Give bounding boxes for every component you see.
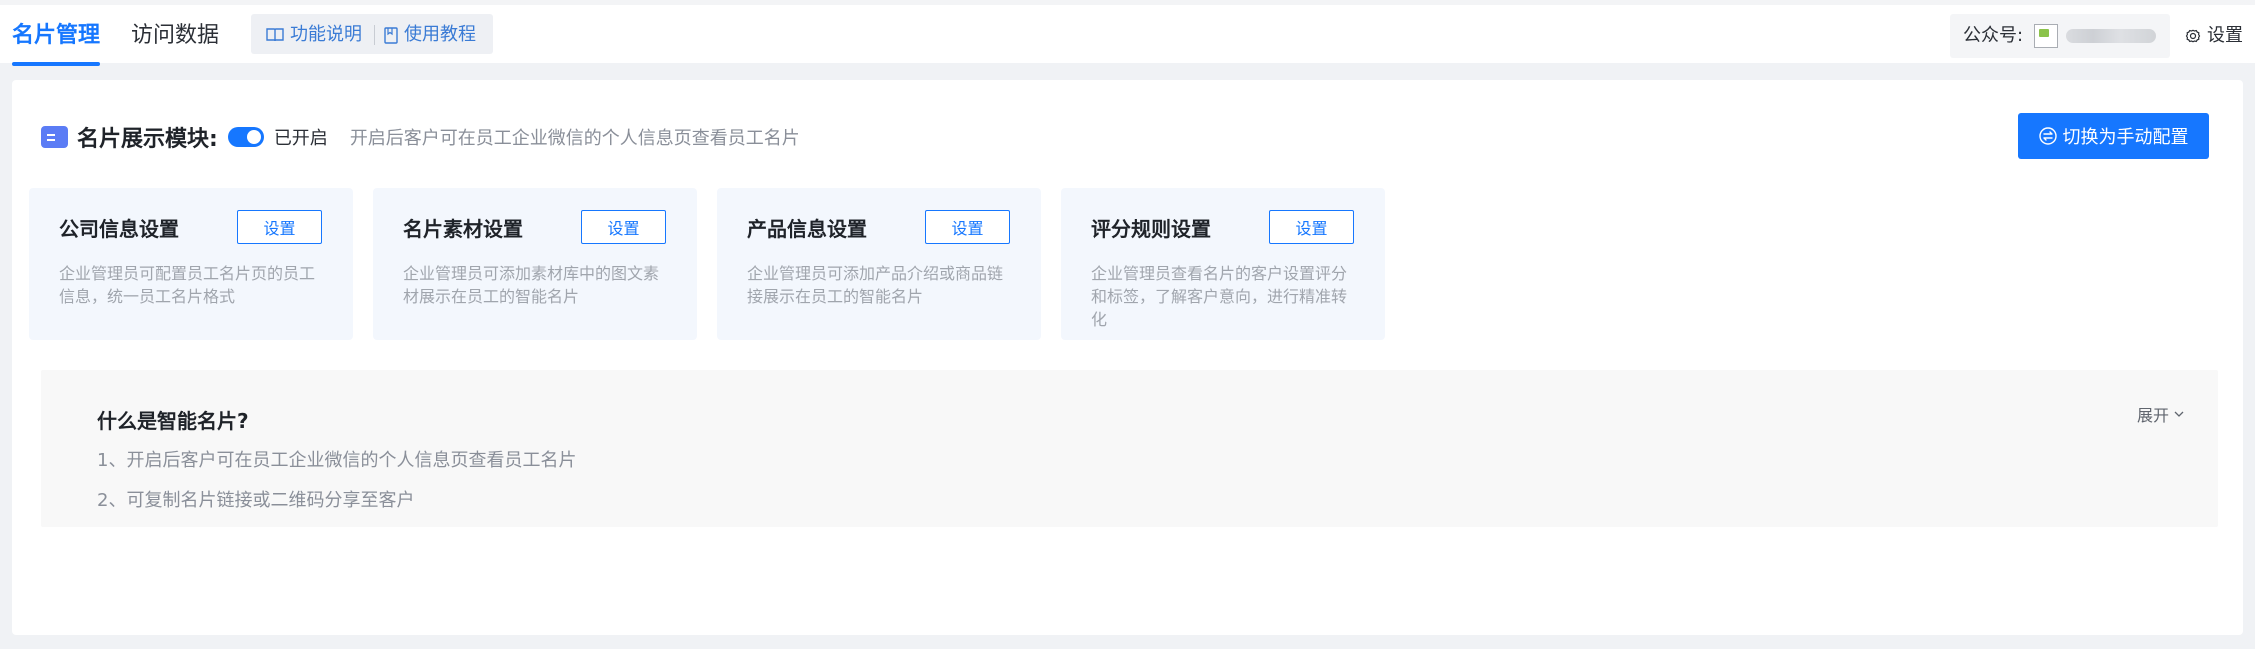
help-links-box: 功能说明 使用教程 (251, 14, 493, 54)
top-settings-button[interactable]: 设置 (2185, 25, 2243, 47)
id-card-icon (41, 126, 68, 148)
document-icon (384, 26, 398, 44)
tab-label: 名片管理 (12, 23, 101, 48)
toggle-status-label: 已开启 (273, 128, 328, 149)
official-account-selector[interactable]: 公众号: (1950, 14, 2170, 58)
scoring-rule-settings-card: 评分规则设置 设置 企业管理员查看名片的客户设置评分和标签，了解客户意向，进行精… (1061, 188, 1385, 340)
account-avatar-image-icon (2034, 24, 2058, 48)
expand-toggle[interactable]: 展开 (2137, 402, 2184, 426)
top-navigation-bar: 名片管理 访问数据 功能说明 使用教程 公众号: 设置 (0, 0, 2255, 66)
card-title: 名片素材设置 (403, 217, 523, 241)
tutorial-link[interactable]: 使用教程 (384, 24, 476, 46)
tab-label: 访问数据 (131, 23, 220, 48)
card-title: 公司信息设置 (59, 217, 179, 241)
what-is-smart-card-panel: 什么是智能名片? 1、开启后客户可在员工企业微信的个人信息页查看员工名片 2、可… (41, 370, 2218, 527)
chevron-down-icon (2174, 411, 2184, 417)
card-description: 企业管理员可添加素材库中的图文素材展示在员工的智能名片 (403, 264, 660, 306)
tab-card-management[interactable]: 名片管理 (12, 21, 101, 66)
feature-description-label: 功能说明 (290, 24, 362, 45)
main-content-panel: 名片展示模块: 已开启 开启后客户可在员工企业微信的个人信息页查看员工名片 切换… (12, 80, 2243, 635)
divider (374, 25, 375, 45)
account-name-redacted (2066, 29, 2156, 43)
card-title: 产品信息设置 (747, 217, 867, 241)
switch-to-manual-config-button[interactable]: 切换为手动配置 (2018, 113, 2209, 159)
scoring-rule-settings-button[interactable]: 设置 (1269, 210, 1354, 244)
swap-icon (2038, 127, 2057, 145)
card-display-module-row: 名片展示模块: 已开启 开启后客户可在员工企业微信的个人信息页查看员工名片 (41, 122, 800, 152)
tab-visit-data[interactable]: 访问数据 (131, 21, 219, 51)
module-title: 名片展示模块: (77, 127, 218, 152)
official-account-label: 公众号: (1963, 25, 2024, 46)
feature-description-link[interactable]: 功能说明 (266, 24, 362, 46)
info-line: 2、可复制名片链接或二维码分享至客户 (97, 490, 415, 511)
card-description: 企业管理员查看名片的客户设置评分和标签，了解客户意向，进行精准转化 (1091, 264, 1348, 329)
company-info-settings-button[interactable]: 设置 (237, 210, 322, 244)
card-description: 企业管理员可添加产品介绍或商品链接展示在员工的智能名片 (747, 264, 1004, 306)
tutorial-label: 使用教程 (404, 24, 476, 45)
card-material-settings-button[interactable]: 设置 (581, 210, 666, 244)
gear-icon (2185, 29, 2201, 43)
module-toggle-switch[interactable] (227, 127, 264, 147)
company-info-settings-card: 公司信息设置 设置 企业管理员可配置员工名片页的员工信息，统一员工名片格式 (29, 188, 353, 340)
card-material-settings-card: 名片素材设置 设置 企业管理员可添加素材库中的图文素材展示在员工的智能名片 (373, 188, 697, 340)
card-description: 企业管理员可配置员工名片页的员工信息，统一员工名片格式 (59, 264, 316, 306)
switch-button-label: 切换为手动配置 (2062, 127, 2189, 148)
info-title: 什么是智能名片? (97, 409, 249, 433)
info-line: 1、开启后客户可在员工企业微信的个人信息页查看员工名片 (97, 450, 577, 471)
module-description: 开启后客户可在员工企业微信的个人信息页查看员工名片 (349, 128, 800, 149)
product-info-settings-card: 产品信息设置 设置 企业管理员可添加产品介绍或商品链接展示在员工的智能名片 (717, 188, 1041, 340)
active-tab-indicator (12, 62, 101, 66)
book-icon (266, 28, 284, 42)
settings-label: 设置 (2207, 25, 2243, 46)
expand-label: 展开 (2137, 406, 2170, 425)
product-info-settings-button[interactable]: 设置 (925, 210, 1010, 244)
card-title: 评分规则设置 (1091, 217, 1211, 241)
